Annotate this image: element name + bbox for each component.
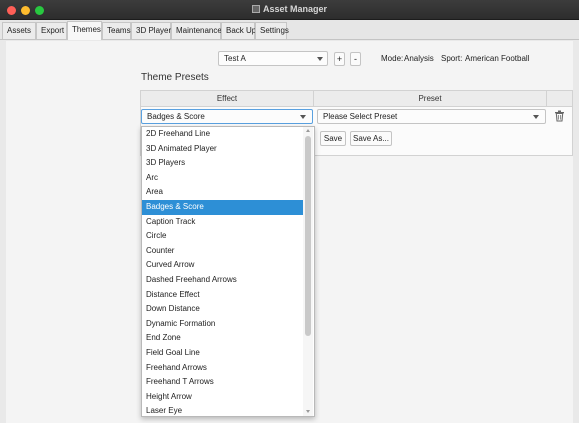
chevron-down-icon xyxy=(533,115,539,119)
sport-value: American Football xyxy=(465,54,530,63)
save-button[interactable]: Save xyxy=(320,131,346,146)
dropdown-option[interactable]: Caption Track xyxy=(142,215,303,230)
chevron-down-icon xyxy=(317,57,323,61)
tab-back-up[interactable]: Back Up xyxy=(221,22,256,39)
dropdown-option[interactable]: Height Arrow xyxy=(142,390,303,405)
asset-manager-app-icon xyxy=(251,5,260,13)
column-header-actions xyxy=(546,90,573,107)
effect-select-value: Badges & Score xyxy=(147,112,205,121)
window-title: Asset Manager xyxy=(0,4,579,14)
dropdown-option[interactable]: Area xyxy=(142,185,303,200)
dropdown-option[interactable]: 2D Freehand Line xyxy=(142,127,303,142)
title-bar: Asset Manager xyxy=(0,0,579,20)
scroll-down-arrow-icon[interactable] xyxy=(306,410,310,413)
effect-dropdown-list[interactable]: 2D Freehand Line 3D Animated Player 3D P… xyxy=(141,126,315,417)
mode-value: Analysis xyxy=(404,54,434,63)
chevron-down-icon xyxy=(300,115,306,119)
preset-select-value: Please Select Preset xyxy=(323,112,398,121)
effect-select[interactable]: Badges & Score xyxy=(141,109,313,124)
mode-label: Mode: xyxy=(381,54,404,63)
dropdown-option[interactable]: 3D Players xyxy=(142,156,303,171)
dropdown-option[interactable]: Freehand Arrows xyxy=(142,361,303,376)
tab-assets[interactable]: Assets xyxy=(2,22,36,39)
dropdown-option[interactable]: Dashed Freehand Arrows xyxy=(142,273,303,288)
theme-select-value: Test A xyxy=(224,54,246,63)
dropdown-option[interactable]: Down Distance xyxy=(142,302,303,317)
dropdown-scrollbar-thumb[interactable] xyxy=(305,136,311,336)
sport-label: Sport: xyxy=(441,54,463,63)
dropdown-option[interactable]: Freehand T Arrows xyxy=(142,375,303,390)
dropdown-option-selected[interactable]: Badges & Score xyxy=(142,199,303,215)
tab-settings[interactable]: Settings xyxy=(255,22,289,39)
dropdown-option[interactable]: Distance Effect xyxy=(142,288,303,303)
trash-icon[interactable] xyxy=(554,110,565,122)
dropdown-option[interactable]: Circle xyxy=(142,229,303,244)
dropdown-option[interactable]: Laser Eye xyxy=(142,404,303,416)
column-header-effect[interactable]: Effect xyxy=(140,90,314,107)
dropdown-scrollbar[interactable] xyxy=(303,127,313,416)
dropdown-option[interactable]: Field Goal Line xyxy=(142,346,303,361)
tab-teams[interactable]: Teams xyxy=(102,22,131,39)
dropdown-option[interactable]: Counter xyxy=(142,244,303,259)
theme-presets-title: Theme Presets xyxy=(141,72,209,83)
tab-bar: Assets Export Themes Teams 3D Players Ma… xyxy=(0,20,579,40)
preset-select[interactable]: Please Select Preset xyxy=(317,109,546,124)
tab-3d-players[interactable]: 3D Players xyxy=(131,22,175,39)
dropdown-option[interactable]: 3D Animated Player xyxy=(142,142,303,157)
dropdown-option[interactable]: Dynamic Formation xyxy=(142,317,303,332)
tab-themes[interactable]: Themes xyxy=(67,21,102,40)
add-theme-button[interactable]: + xyxy=(334,52,345,66)
save-as-button[interactable]: Save As... xyxy=(350,131,392,146)
window-title-text: Asset Manager xyxy=(262,4,328,14)
tab-export[interactable]: Export xyxy=(36,22,67,39)
dropdown-option[interactable]: Arc xyxy=(142,171,303,186)
column-header-preset[interactable]: Preset xyxy=(313,90,547,107)
remove-theme-button[interactable]: - xyxy=(350,52,361,66)
scroll-up-arrow-icon[interactable] xyxy=(306,129,310,132)
dropdown-option[interactable]: End Zone xyxy=(142,331,303,346)
tab-maintenance[interactable]: Maintenance xyxy=(171,22,222,39)
theme-select[interactable]: Test A xyxy=(218,51,328,66)
dropdown-option[interactable]: Curved Arrow xyxy=(142,258,303,273)
